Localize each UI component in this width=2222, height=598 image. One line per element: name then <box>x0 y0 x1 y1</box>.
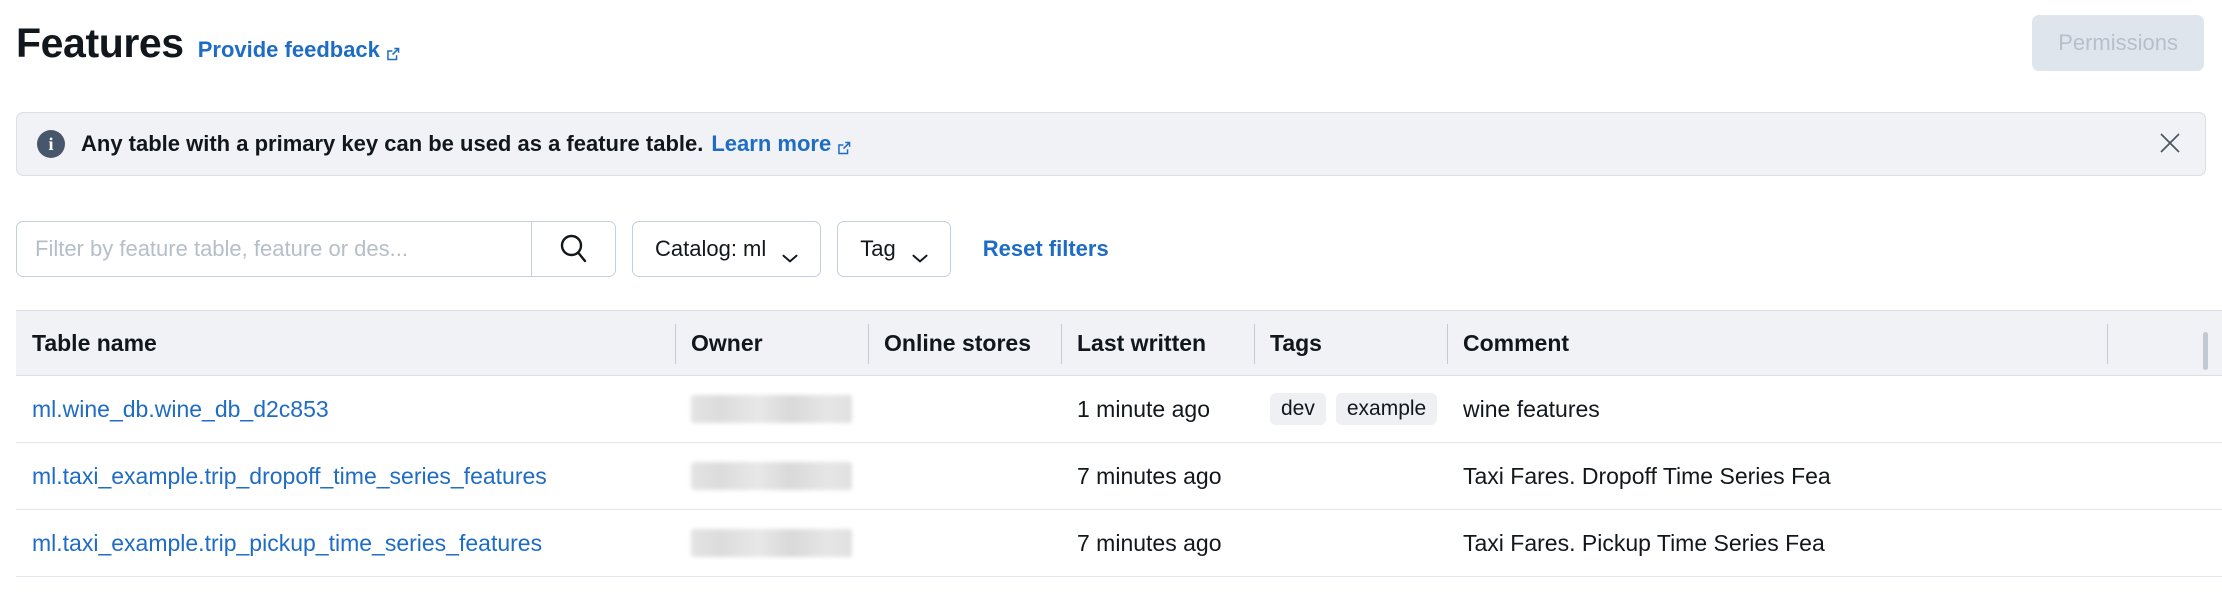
cell-tags: dev example <box>1254 376 1447 442</box>
column-header-owner[interactable]: Owner <box>675 311 868 375</box>
cell-last-written: 7 minutes ago <box>1061 510 1254 576</box>
banner-close-button[interactable] <box>2153 127 2187 161</box>
learn-more-label: Learn more <box>711 131 831 157</box>
close-icon <box>2157 130 2183 159</box>
permissions-button[interactable]: Permissions <box>2032 15 2204 71</box>
cell-extra <box>2107 510 2222 576</box>
features-table: Table name Owner Online stores Last writ… <box>16 310 2222 577</box>
provide-feedback-link[interactable]: Provide feedback <box>198 37 401 63</box>
cell-owner <box>675 510 868 576</box>
cell-table-name: ml.taxi_example.trip_dropoff_time_series… <box>16 443 675 509</box>
column-header-comment[interactable]: Comment <box>1447 311 2107 375</box>
external-link-icon <box>836 136 852 152</box>
cell-tags <box>1254 510 1447 576</box>
cell-tags <box>1254 443 1447 509</box>
learn-more-link[interactable]: Learn more <box>711 131 852 157</box>
cell-comment: Taxi Fares. Pickup Time Series Fea <box>1447 510 2107 576</box>
comment-text: wine features <box>1463 396 1600 423</box>
page-title: Features <box>16 23 184 64</box>
cell-extra <box>2107 376 2222 442</box>
tag-badge: dev <box>1270 393 1326 425</box>
column-header-tags[interactable]: Tags <box>1254 311 1447 375</box>
cell-table-name: ml.taxi_example.trip_pickup_time_series_… <box>16 510 675 576</box>
tag-filter-dropdown[interactable]: Tag <box>837 221 950 277</box>
comment-text: Taxi Fares. Pickup Time Series Fea <box>1463 530 1825 557</box>
column-header-last-written[interactable]: Last written <box>1061 311 1254 375</box>
cell-comment: Taxi Fares. Dropoff Time Series Fea <box>1447 443 2107 509</box>
cell-online-stores <box>868 376 1061 442</box>
feature-table-link[interactable]: ml.wine_db.wine_db_d2c853 <box>32 396 329 423</box>
page-header: Features Provide feedback Permissions <box>0 0 2222 86</box>
info-banner: i Any table with a primary key can be us… <box>16 112 2206 176</box>
features-page: Features Provide feedback Permissions i … <box>0 0 2222 598</box>
horizontal-scrollbar-thumb[interactable] <box>2203 332 2208 370</box>
search-icon <box>557 231 591 268</box>
catalog-filter-dropdown[interactable]: Catalog: ml <box>632 221 821 277</box>
cell-last-written: 7 minutes ago <box>1061 443 1254 509</box>
cell-last-written: 1 minute ago <box>1061 376 1254 442</box>
table-row[interactable]: ml.wine_db.wine_db_d2c853 1 minute ago d… <box>16 376 2222 443</box>
tag-filter-label: Tag <box>860 236 895 262</box>
search-input[interactable] <box>17 222 531 276</box>
provide-feedback-label: Provide feedback <box>198 37 380 63</box>
cell-comment: wine features <box>1447 376 2107 442</box>
catalog-filter-label: Catalog: ml <box>655 236 766 262</box>
cell-online-stores <box>868 443 1061 509</box>
external-link-icon <box>385 42 401 58</box>
chevron-down-icon <box>912 244 928 254</box>
column-header-table-name[interactable]: Table name <box>16 311 675 375</box>
cell-owner <box>675 443 868 509</box>
cell-table-name: ml.wine_db.wine_db_d2c853 <box>16 376 675 442</box>
table-row[interactable]: ml.taxi_example.trip_pickup_time_series_… <box>16 510 2222 577</box>
info-icon: i <box>37 130 65 158</box>
title-group: Features Provide feedback <box>16 23 401 64</box>
owner-redacted-value <box>691 529 852 557</box>
tag-badge: example <box>1336 393 1437 425</box>
table-header-row: Table name Owner Online stores Last writ… <box>16 310 2222 376</box>
feature-table-link[interactable]: ml.taxi_example.trip_dropoff_time_series… <box>32 463 547 490</box>
feature-table-link[interactable]: ml.taxi_example.trip_pickup_time_series_… <box>32 530 542 557</box>
reset-filters-link[interactable]: Reset filters <box>983 236 1109 262</box>
search-button[interactable] <box>531 222 615 276</box>
owner-redacted-value <box>691 395 852 423</box>
info-banner-message: Any table with a primary key can be used… <box>81 131 703 157</box>
search-box <box>16 221 616 277</box>
filter-bar: Catalog: ml Tag Reset filters <box>16 218 2206 280</box>
column-header-online-stores[interactable]: Online stores <box>868 311 1061 375</box>
cell-extra <box>2107 443 2222 509</box>
cell-owner <box>675 376 868 442</box>
chevron-down-icon <box>782 244 798 254</box>
table-row[interactable]: ml.taxi_example.trip_dropoff_time_series… <box>16 443 2222 510</box>
cell-online-stores <box>868 510 1061 576</box>
owner-redacted-value <box>691 462 852 490</box>
comment-text: Taxi Fares. Dropoff Time Series Fea <box>1463 463 1831 490</box>
